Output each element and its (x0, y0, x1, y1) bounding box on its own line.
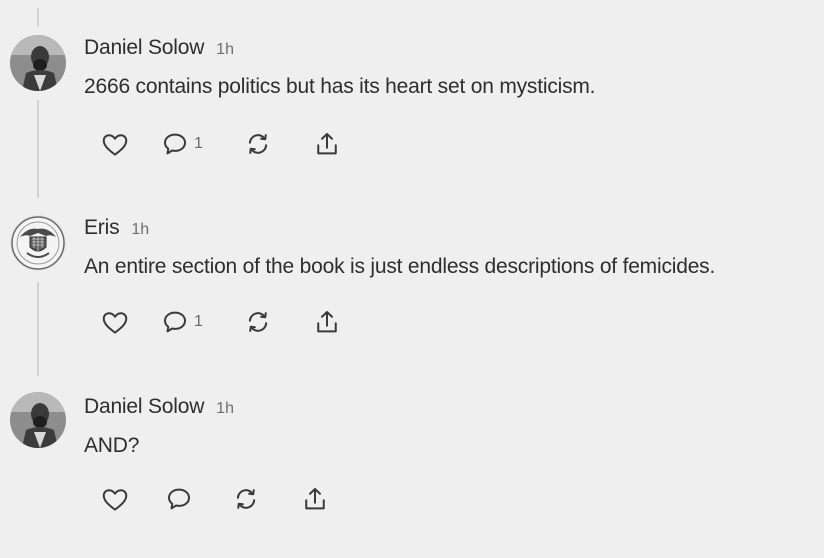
comment-header: Daniel Solow 1h (84, 36, 234, 60)
avatar[interactable] (10, 215, 66, 271)
author-name[interactable]: Eris (84, 216, 120, 239)
restack-button[interactable] (243, 128, 273, 160)
comment-header: Eris 1h (84, 216, 149, 240)
reply-icon (164, 311, 186, 333)
share-button[interactable] (300, 483, 330, 515)
like-icon (102, 134, 128, 156)
reply-icon (168, 488, 190, 510)
author-name[interactable]: Daniel Solow (84, 395, 204, 418)
profile-photo-icon (10, 392, 66, 448)
comment: Daniel Solow 1h AND? (0, 360, 824, 558)
author-name[interactable]: Daniel Solow (84, 36, 204, 59)
reply-button[interactable]: 1 (160, 306, 203, 338)
like-icon (102, 489, 128, 511)
reply-count: 1 (194, 313, 203, 330)
timestamp[interactable]: 1h (216, 400, 234, 417)
comment-text: An entire section of the book is just en… (84, 255, 716, 278)
reply-icon (164, 133, 186, 155)
comment: Eris 1h An entire section of the book is … (0, 180, 824, 360)
avatar[interactable] (10, 35, 66, 91)
share-button[interactable] (312, 306, 342, 338)
reply-count: 1 (194, 135, 203, 152)
share-icon (305, 488, 325, 510)
profile-photo-icon (10, 35, 66, 91)
share-button[interactable] (312, 128, 342, 160)
comment-header: Daniel Solow 1h (84, 395, 234, 419)
reply-button[interactable]: 1 (160, 128, 203, 160)
like-icon (102, 312, 128, 334)
restack-button[interactable] (231, 483, 261, 515)
timestamp[interactable]: 1h (131, 221, 149, 238)
comment-text: AND? (84, 434, 140, 457)
restack-icon (236, 489, 256, 509)
avatar[interactable] (10, 392, 66, 448)
comment: Daniel Solow 1h 2666 contains politics bu… (0, 0, 824, 180)
restack-icon (248, 312, 268, 332)
like-button[interactable] (100, 128, 130, 160)
comment-text: 2666 contains politics but has its heart… (84, 75, 596, 98)
like-button[interactable] (100, 483, 130, 515)
restack-button[interactable] (243, 306, 273, 338)
share-icon (317, 311, 337, 333)
like-button[interactable] (100, 306, 130, 338)
reply-button[interactable] (164, 483, 194, 515)
seal-emblem-icon (10, 215, 66, 271)
restack-icon (248, 134, 268, 154)
timestamp[interactable]: 1h (216, 41, 234, 58)
comment-thread: Daniel Solow 1h 2666 contains politics bu… (0, 0, 824, 558)
share-icon (317, 133, 337, 155)
